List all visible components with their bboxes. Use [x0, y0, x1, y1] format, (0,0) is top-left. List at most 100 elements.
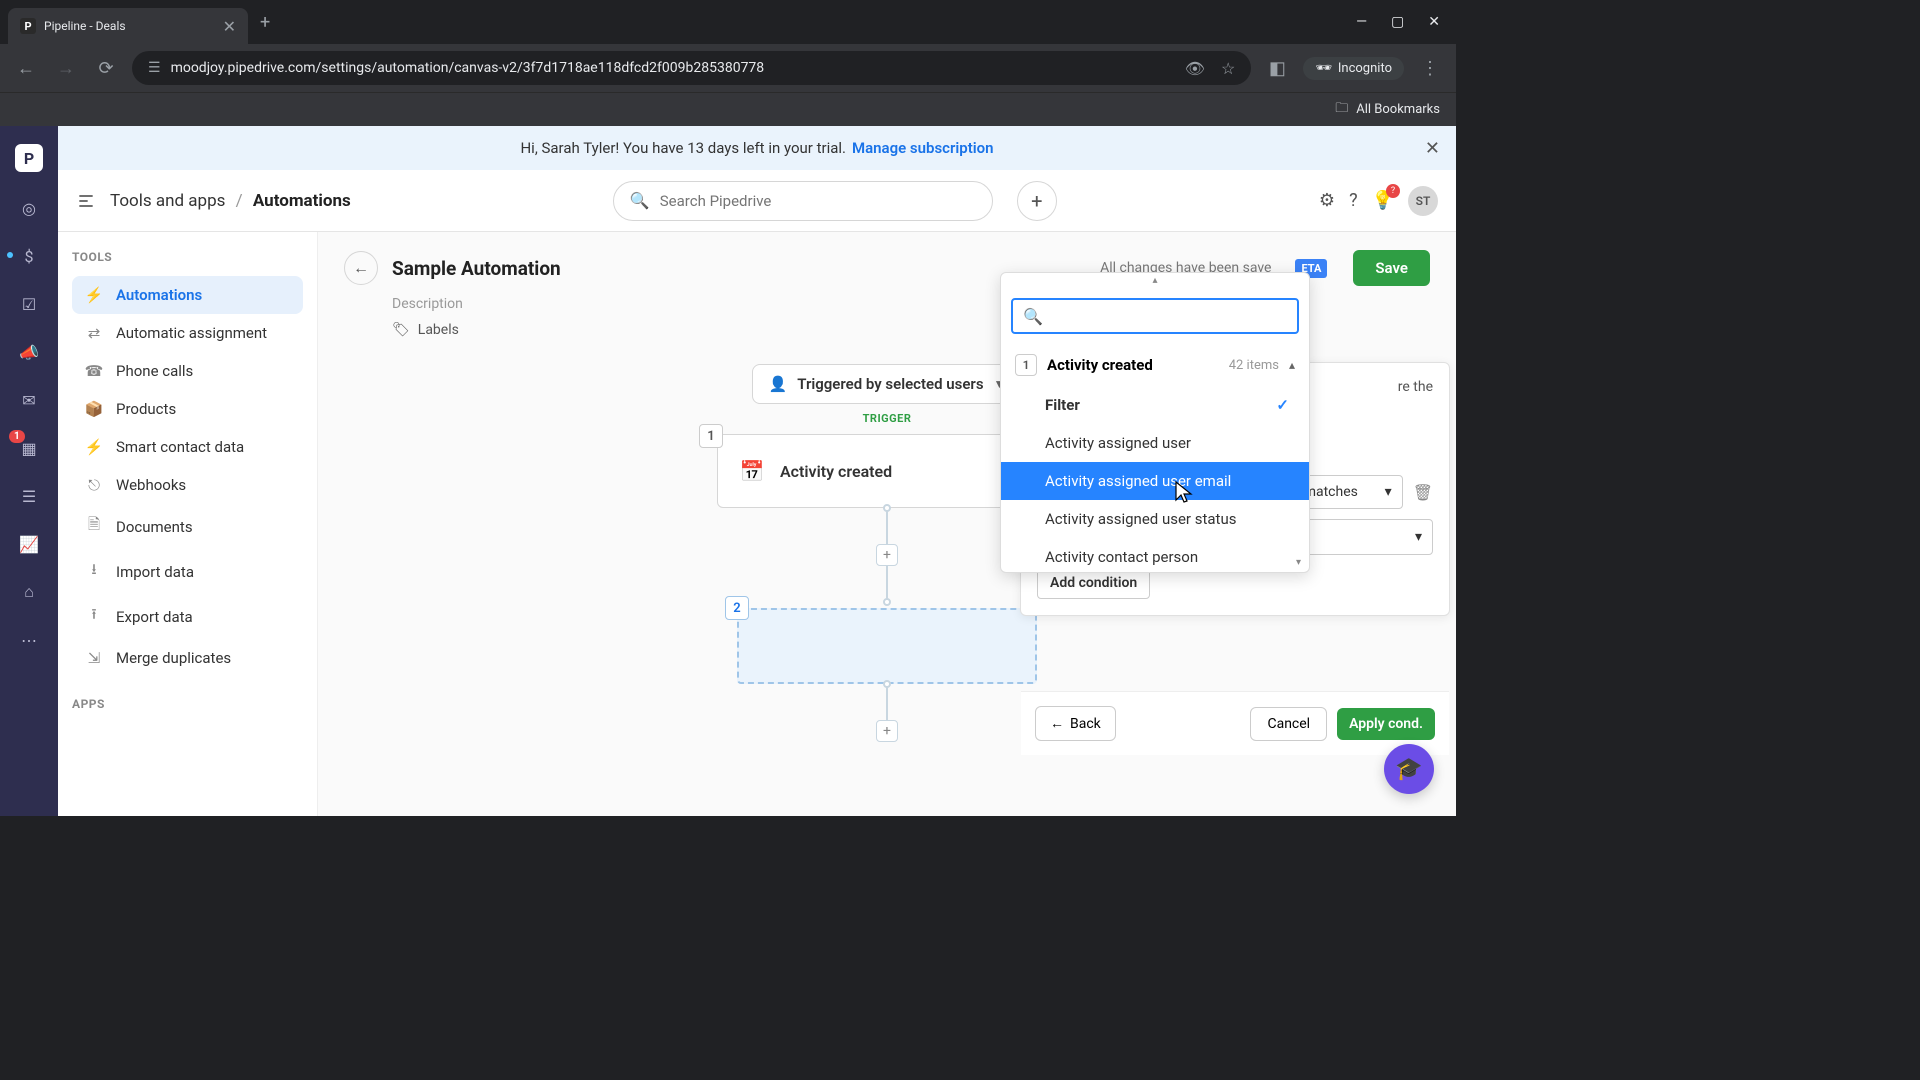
sidebar-item-smart-contact-data[interactable]: ⚡Smart contact data	[72, 428, 303, 466]
rail-campaigns-icon[interactable]: 📣	[17, 340, 41, 364]
tab-title: Pipeline - Deals	[44, 19, 215, 33]
scroll-up-icon[interactable]: ▴	[1001, 273, 1309, 288]
panel-back-button[interactable]: ← Back	[1035, 706, 1116, 741]
merge-icon: ⇲	[84, 649, 104, 667]
rail-marketplace-icon[interactable]: ⌂	[17, 580, 41, 604]
user-icon: 👤	[769, 375, 788, 393]
rail-checkbox-icon[interactable]: ☑	[17, 292, 41, 316]
sidebar-heading-tools: TOOLS	[72, 250, 303, 264]
sidebar-item-webhooks[interactable]: ⎋Webhooks	[72, 466, 303, 504]
save-button[interactable]: Save	[1353, 250, 1430, 286]
trigger-users-dropdown[interactable]: 👤 Triggered by selected users ▼	[752, 364, 1023, 404]
sidebar-item-export-data[interactable]: ⭱Export data	[72, 594, 303, 639]
rail-dollar-icon[interactable]: $	[17, 244, 41, 268]
breadcrumb-current: Automations	[253, 191, 351, 211]
incognito-chip[interactable]: 🕶 Incognito	[1303, 57, 1404, 80]
calendar-icon: 📅	[738, 457, 766, 485]
incognito-label: Incognito	[1338, 61, 1392, 76]
back-icon[interactable]: ←	[12, 58, 40, 79]
sidebar-toggle-icon[interactable]	[76, 191, 96, 211]
new-tab-button[interactable]: +	[260, 12, 270, 33]
trial-banner: Hi, Sarah Tyler! You have 13 days left i…	[58, 126, 1456, 170]
group-count: 42 items	[1229, 358, 1279, 373]
close-window-icon[interactable]: ✕	[1428, 14, 1440, 30]
help-icon[interactable]: ?	[1349, 190, 1358, 211]
sidebar-item-merge-duplicates[interactable]: ⇲Merge duplicates	[72, 639, 303, 677]
automation-icon: ⚡	[84, 286, 104, 304]
forward-icon: →	[52, 58, 80, 79]
back-button[interactable]: ←	[344, 251, 378, 285]
bolt-icon: ⚡	[84, 438, 104, 456]
dropdown-search[interactable]: 🔍	[1011, 298, 1299, 334]
download-icon: ⭳	[84, 559, 104, 584]
minimize-icon[interactable]: —	[1356, 14, 1367, 30]
cancel-button[interactable]: Cancel	[1250, 707, 1327, 741]
eye-off-icon[interactable]: 👁	[1185, 59, 1205, 78]
address-bar[interactable]: ☰ moodjoy.pipedrive.com/settings/automat…	[132, 51, 1251, 85]
bookmarks-bar: 🗀 All Bookmarks	[0, 92, 1456, 126]
group-number: 1	[1015, 354, 1037, 376]
reload-icon[interactable]: ⟳	[92, 58, 120, 79]
breadcrumb: Tools and apps / Automations	[110, 191, 351, 211]
dropdown-option[interactable]: Activity contact person	[1001, 538, 1309, 572]
close-icon[interactable]: ✕	[1425, 138, 1440, 159]
side-panel-icon[interactable]: ◧	[1263, 58, 1291, 79]
automation-title[interactable]: Sample Automation	[392, 257, 561, 280]
global-search[interactable]: 🔍	[613, 181, 993, 221]
dropdown-option[interactable]: Activity assigned user status	[1001, 500, 1309, 538]
sidebar-item-automations[interactable]: ⚡Automations	[72, 276, 303, 314]
menu-icon[interactable]: ⋮	[1416, 58, 1444, 79]
step-number: 2	[725, 596, 749, 620]
incognito-icon: 🕶	[1315, 61, 1332, 76]
apply-button[interactable]: Apply cond.	[1337, 708, 1435, 740]
url-text: moodjoy.pipedrive.com/settings/automatio…	[171, 60, 1175, 76]
rail-insights-icon[interactable]: 📈	[17, 532, 41, 556]
site-info-icon[interactable]: ☰	[148, 60, 161, 76]
breadcrumb-root[interactable]: Tools and apps	[110, 191, 225, 211]
placeholder-step[interactable]: 2	[737, 608, 1037, 684]
sidebar-item-automatic-assignment[interactable]: ⇄Automatic assignment	[72, 314, 303, 352]
maximize-icon[interactable]: ▢	[1391, 14, 1404, 30]
rail-calendar-icon[interactable]: 1▦	[17, 436, 41, 460]
close-icon[interactable]: ✕	[223, 17, 236, 36]
browser-toolbar: ← → ⟳ ☰ moodjoy.pipedrive.com/settings/a…	[0, 44, 1456, 92]
dropdown-option-filter[interactable]: Filter ✓	[1001, 386, 1309, 424]
rail-mail-icon[interactable]: ✉	[17, 388, 41, 412]
dropdown-option[interactable]: Activity assigned user	[1001, 424, 1309, 462]
quick-add-button[interactable]: +	[1017, 181, 1057, 221]
all-bookmarks-link[interactable]: All Bookmarks	[1356, 102, 1440, 117]
webhook-icon: ⎋	[84, 476, 104, 494]
trash-icon[interactable]: 🗑	[1413, 483, 1433, 502]
sidebar-item-products[interactable]: 📦Products	[72, 390, 303, 428]
tag-icon: 🏷	[392, 322, 410, 338]
dropdown-search-input[interactable]	[1051, 308, 1287, 324]
scroll-down-icon[interactable]: ▾	[1294, 555, 1303, 570]
avatar[interactable]: ST	[1408, 186, 1438, 216]
puzzle-icon[interactable]: ⚙	[1319, 190, 1335, 211]
bulb-icon[interactable]: 💡?	[1372, 190, 1394, 211]
sidebar-item-phone-calls[interactable]: ☎Phone calls	[72, 352, 303, 390]
sidebar-item-import-data[interactable]: ⭳Import data	[72, 549, 303, 594]
add-step-button[interactable]: +	[876, 720, 898, 742]
manage-subscription-link[interactable]: Manage subscription	[852, 139, 994, 157]
add-step-button[interactable]: +	[876, 544, 898, 566]
sidebar-item-documents[interactable]: 🗎Documents	[72, 504, 303, 549]
rail-more-icon[interactable]: ⋯	[17, 628, 41, 652]
chevron-down-icon: ▾	[1385, 484, 1392, 500]
browser-tab[interactable]: P Pipeline - Deals ✕	[8, 8, 248, 44]
star-icon[interactable]: ☆	[1221, 59, 1235, 78]
app-logo[interactable]: P	[15, 144, 43, 172]
search-icon: 🔍	[1023, 307, 1043, 326]
help-fab[interactable]: 🎓	[1384, 744, 1434, 794]
dropdown-option-highlighted[interactable]: Activity assigned user email	[1001, 462, 1309, 500]
search-input[interactable]	[660, 192, 976, 210]
window-controls: — ▢ ✕	[1356, 14, 1448, 30]
step-number: 1	[699, 424, 723, 448]
check-icon: ✓	[1276, 396, 1289, 414]
upload-icon: ⭱	[84, 604, 104, 629]
rail-target-icon[interactable]: ◎	[17, 196, 41, 220]
dropdown-group-header[interactable]: 1 Activity created 42 items ▴	[1001, 344, 1309, 386]
rail-contacts-icon[interactable]: ☰	[17, 484, 41, 508]
trigger-label: TRIGGER	[863, 412, 912, 425]
settings-sidebar: TOOLS ⚡Automations ⇄Automatic assignment…	[58, 232, 318, 816]
